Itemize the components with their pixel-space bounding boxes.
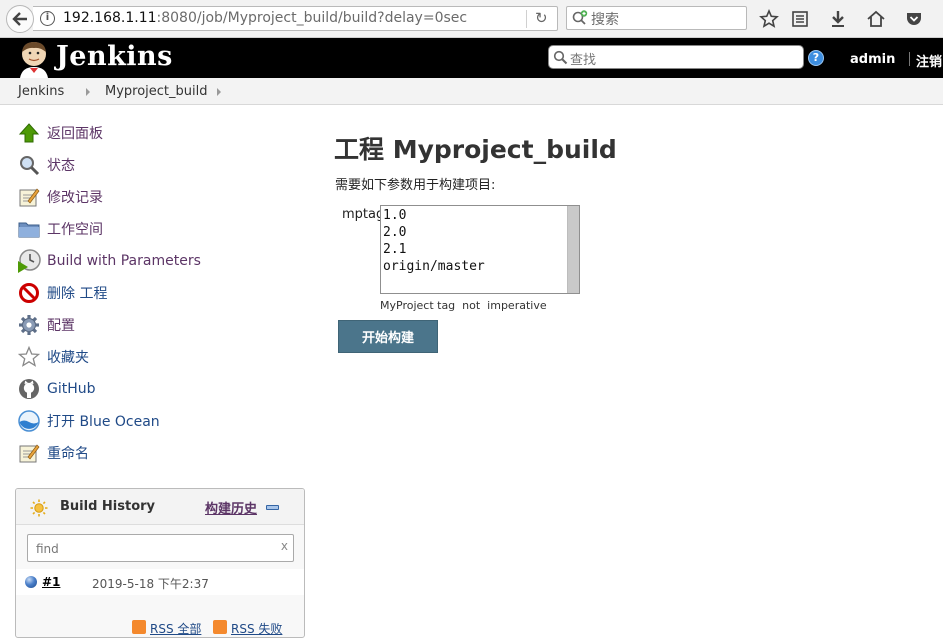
build-history-widget: Build History 构建历史 find x #1 2019-5-18 下…	[15, 488, 305, 638]
jenkins-butler-icon	[20, 42, 48, 78]
collapse-icon[interactable]	[266, 505, 279, 510]
sidebar-item-label: 返回面板	[47, 126, 103, 142]
search-engine-icon[interactable]	[571, 10, 589, 26]
select-option[interactable]: origin/master	[383, 259, 485, 274]
notepad-icon	[17, 441, 41, 465]
address-divider	[526, 10, 527, 28]
sidebar-item-workspace[interactable]: 工作空间	[17, 216, 103, 242]
address-text[interactable]: 192.168.1.11:8080/job/Myproject_build/bu…	[63, 10, 467, 26]
sidebar-item-github[interactable]: GitHub	[17, 376, 96, 402]
build-trend-link[interactable]: 构建历史	[205, 498, 257, 517]
download-icon[interactable]	[828, 9, 848, 29]
pocket-icon[interactable]	[904, 9, 924, 29]
select-scrollbar[interactable]	[567, 206, 579, 293]
build-number-link[interactable]: #1	[42, 575, 60, 589]
up-arrow-icon	[17, 121, 41, 145]
build-filter-placeholder: find	[36, 542, 59, 556]
notepad-icon	[17, 185, 41, 209]
breadcrumb-chevron-icon[interactable]	[86, 88, 90, 96]
header-divider	[909, 52, 910, 66]
rss-all-link[interactable]: RSS 全部	[150, 620, 201, 637]
build-status-ball-icon[interactable]	[25, 576, 37, 588]
sidebar-item-label: 配置	[47, 318, 75, 334]
sidebar-item-rename[interactable]: 重命名	[17, 440, 89, 466]
sidebar-item-back-to-dashboard[interactable]: 返回面板	[17, 120, 103, 146]
home-icon[interactable]	[866, 9, 886, 29]
star-icon	[17, 345, 41, 369]
sidebar-item-open-blue-ocean[interactable]: 打开 Blue Ocean	[17, 408, 160, 434]
sidebar-item-delete-project[interactable]: 删除 工程	[17, 280, 107, 306]
sidebar-item-label: 工作空间	[47, 222, 103, 238]
blue-ocean-icon	[17, 409, 41, 433]
sidebar-item-label: 修改记录	[47, 190, 103, 206]
browser-search-placeholder: 搜索	[591, 12, 619, 28]
parameters-description: 需要如下参数用于构建项目:	[335, 178, 496, 193]
logout-link[interactable]: 注销	[916, 51, 942, 70]
search-icon	[553, 50, 568, 65]
parameter-help-text: MyProject tag not imperative	[380, 299, 547, 312]
address-bar[interactable]: i 192.168.1.11:8080/job/Myproject_build/…	[33, 6, 558, 31]
sidebar-item-label: 状态	[47, 158, 75, 174]
sidebar-item-label: 删除 工程	[47, 286, 108, 302]
clock-play-icon	[17, 249, 41, 273]
select-option[interactable]: 2.0	[383, 225, 406, 240]
sidebar-item-label: Build with Parameters	[47, 253, 201, 269]
build-history-header: Build History 构建历史	[16, 489, 304, 525]
sidebar-item-label: GitHub	[47, 381, 96, 397]
mptag-select-list[interactable]: 1.0 2.0 2.1 origin/master	[380, 205, 580, 294]
help-icon[interactable]: ?	[808, 50, 824, 66]
back-button[interactable]	[6, 5, 34, 33]
magnifier-icon	[17, 153, 41, 177]
github-icon	[17, 377, 41, 401]
breadcrumb-project[interactable]: Myproject_build	[105, 84, 208, 99]
back-arrow-icon	[12, 12, 27, 26]
sun-icon	[30, 499, 48, 517]
jenkins-search-box[interactable]: 查找	[548, 45, 804, 69]
site-info-icon[interactable]: i	[40, 11, 55, 26]
user-link[interactable]: admin	[850, 52, 895, 67]
folder-icon	[17, 217, 41, 241]
sidebar-item-favorite[interactable]: 收藏夹	[17, 344, 89, 370]
sidebar-item-build-with-parameters[interactable]: Build with Parameters	[17, 248, 201, 274]
parameter-name-label: mptag	[342, 207, 385, 222]
browser-toolbar: i 192.168.1.11:8080/job/Myproject_build/…	[0, 0, 943, 38]
select-option[interactable]: 1.0	[383, 208, 406, 223]
gear-icon	[17, 313, 41, 337]
breadcrumb: Jenkins Myproject_build	[0, 78, 943, 105]
sidebar-item-configure[interactable]: 配置	[17, 312, 75, 338]
jenkins-header: Jenkins 查找 ? admin 注销	[0, 38, 943, 78]
build-time[interactable]: 2019-5-18 下午2:37	[92, 575, 209, 592]
jenkins-logo-text[interactable]: Jenkins	[56, 41, 173, 72]
sidebar-item-status[interactable]: 状态	[17, 152, 75, 178]
build-button[interactable]: 开始构建	[338, 320, 438, 353]
no-entry-icon	[17, 281, 41, 305]
rss-icon[interactable]	[132, 620, 146, 634]
select-option[interactable]: 2.1	[383, 242, 406, 257]
sidebar-item-label: 重命名	[47, 446, 89, 462]
rss-failed-link[interactable]: RSS 失败	[231, 620, 282, 637]
build-history-title: Build History	[60, 499, 156, 514]
rss-icon[interactable]	[213, 620, 227, 634]
page-title: 工程 Myproject_build	[334, 135, 617, 164]
jenkins-butler-logo[interactable]	[16, 40, 52, 78]
build-filter-input[interactable]: find x	[27, 534, 294, 562]
build-row: #1 2019-5-18 下午2:37	[16, 569, 304, 595]
breadcrumb-jenkins[interactable]: Jenkins	[18, 84, 64, 99]
bookmark-star-icon[interactable]	[759, 9, 779, 29]
sidebar-item-changes[interactable]: 修改记录	[17, 184, 103, 210]
reload-icon[interactable]: ↻	[535, 9, 548, 27]
browser-search-box[interactable]: 搜索	[566, 6, 747, 30]
reading-list-icon[interactable]	[790, 9, 810, 29]
jenkins-search-placeholder: 查找	[570, 53, 597, 68]
breadcrumb-chevron-icon[interactable]	[217, 88, 221, 96]
sidebar-item-label: 打开 Blue Ocean	[47, 414, 160, 430]
clear-filter-icon[interactable]: x	[281, 539, 288, 553]
sidebar-item-label: 收藏夹	[47, 350, 89, 366]
